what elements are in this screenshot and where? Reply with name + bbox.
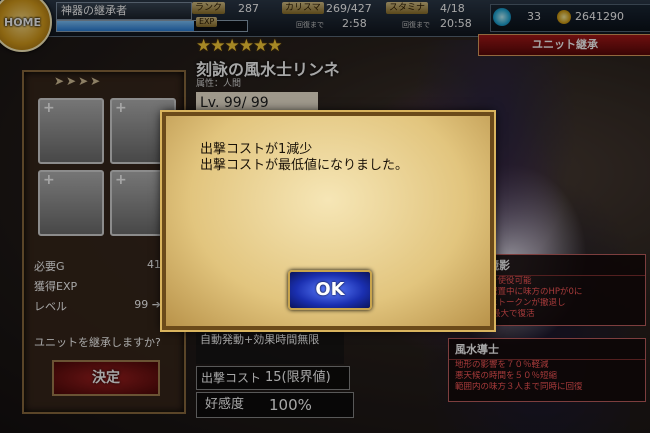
dialog-message: 出撃コストが1減少 出撃コストが最低値になりました。 — [200, 142, 408, 174]
ok-button[interactable]: OK — [288, 270, 372, 310]
notification-dialog: 出撃コストが1減少 出撃コストが最低値になりました。 OK — [162, 112, 494, 330]
dialog-message-line: 出撃コストが最低値になりました。 — [200, 158, 409, 173]
dialog-message-line: 出撃コストが1減少 — [200, 142, 313, 157]
